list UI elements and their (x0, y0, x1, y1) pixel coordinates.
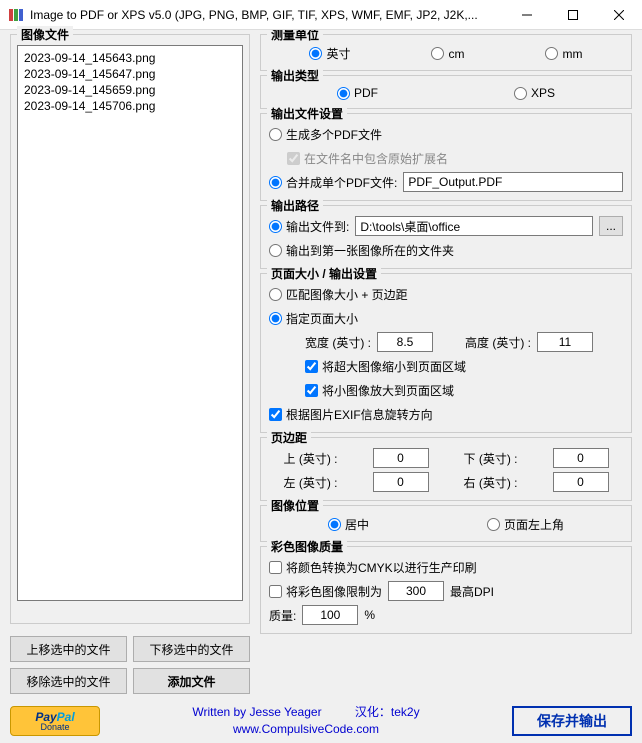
margin-left-input[interactable] (373, 472, 429, 492)
move-down-button[interactable]: 下移选中的文件 (133, 636, 250, 662)
translator-label: 汉化：tek2y (355, 705, 420, 719)
quality-label: 质量: (269, 607, 296, 624)
file-list-legend: 图像文件 (17, 26, 73, 43)
quality-legend: 彩色图像质量 (267, 538, 347, 555)
list-item[interactable]: 2023-09-14_145659.png (22, 82, 238, 98)
dpi-input[interactable] (388, 581, 444, 601)
unit-cm-radio[interactable]: cm (431, 47, 464, 61)
type-xps-radio[interactable]: XPS (514, 86, 555, 100)
margin-bottom-input[interactable] (553, 448, 609, 468)
enlarge-check[interactable]: 将小图像放大到页面区域 (305, 382, 454, 399)
limit-dpi-check[interactable]: 将彩色图像限制为 (269, 583, 382, 600)
app-icon (8, 7, 24, 23)
position-legend: 图像位置 (267, 497, 323, 514)
output-path-section: 输出路径 输出文件到: ... 输出到第一张图像所在的文件夹 (260, 205, 632, 269)
position-section: 图像位置 居中 页面左上角 (260, 505, 632, 542)
multi-pdf-radio[interactable]: 生成多个PDF文件 (269, 126, 382, 143)
quality-input[interactable] (302, 605, 358, 625)
width-label: 宽度 (英寸) : (305, 334, 371, 351)
output-path-legend: 输出路径 (267, 197, 323, 214)
page-size-legend: 页面大小 / 输出设置 (267, 265, 381, 282)
pos-topleft-radio[interactable]: 页面左上角 (487, 516, 564, 533)
move-up-button[interactable]: 上移选中的文件 (10, 636, 127, 662)
unit-inch-radio[interactable]: 英寸 (309, 45, 350, 62)
include-ext-check: 在文件名中包含原始扩展名 (287, 150, 448, 167)
match-image-radio[interactable]: 匹配图像大小 + 页边距 (269, 286, 408, 303)
exif-check[interactable]: 根据图片EXIF信息旋转方向 (269, 406, 433, 423)
add-button[interactable]: 添加文件 (133, 668, 250, 694)
pos-center-radio[interactable]: 居中 (328, 516, 369, 533)
margin-bottom-label: 下 (英寸) : (464, 450, 518, 467)
percent-label: % (364, 608, 375, 622)
file-list[interactable]: 2023-09-14_145643.png 2023-09-14_145647.… (17, 45, 243, 601)
type-pdf-radio[interactable]: PDF (337, 86, 378, 100)
output-type-legend: 输出类型 (267, 67, 323, 84)
credits: Written by Jesse Yeager 汉化：tek2y www.Com… (110, 704, 502, 738)
margin-right-label: 右 (英寸) : (464, 474, 518, 491)
output-first-radio[interactable]: 输出到第一张图像所在的文件夹 (269, 242, 454, 259)
margin-top-input[interactable] (373, 448, 429, 468)
height-label: 高度 (英寸) : (465, 334, 531, 351)
paypal-donate-button[interactable]: PayPal Donate (10, 706, 100, 736)
author-label: Written by Jesse Yeager (192, 705, 321, 719)
window-title: Image to PDF or XPS v5.0 (JPG, PNG, BMP,… (30, 8, 504, 22)
browse-button[interactable]: ... (599, 216, 623, 236)
merge-filename-input[interactable] (403, 172, 623, 192)
margin-section: 页边距 上 (英寸) : 下 (英寸) : 左 (英寸) : 右 (英寸) : (260, 437, 632, 501)
output-file-section: 输出文件设置 生成多个PDF文件 在文件名中包含原始扩展名 合并成单个PDF文件… (260, 113, 632, 201)
unit-mm-radio[interactable]: mm (545, 47, 582, 61)
margin-legend: 页边距 (267, 429, 311, 446)
save-export-button[interactable]: 保存并输出 (512, 706, 632, 736)
margin-top-label: 上 (英寸) : (284, 450, 338, 467)
minimize-button[interactable] (504, 0, 550, 30)
output-path-input[interactable] (355, 216, 593, 236)
shrink-check[interactable]: 将超大图像缩小到页面区域 (305, 358, 466, 375)
titlebar: Image to PDF or XPS v5.0 (JPG, PNG, BMP,… (0, 0, 642, 30)
quality-section: 彩色图像质量 将颜色转换为CMYK以进行生产印刷 将彩色图像限制为 最高DPI … (260, 546, 632, 634)
merge-pdf-radio[interactable]: 合并成单个PDF文件: (269, 174, 397, 191)
dpi-label: 最高DPI (450, 583, 494, 600)
maximize-button[interactable] (550, 0, 596, 30)
output-type-section: 输出类型 PDF XPS (260, 75, 632, 109)
specify-size-radio[interactable]: 指定页面大小 (269, 310, 358, 327)
output-to-radio[interactable]: 输出文件到: (269, 218, 349, 235)
remove-button[interactable]: 移除选中的文件 (10, 668, 127, 694)
list-item[interactable]: 2023-09-14_145647.png (22, 66, 238, 82)
unit-legend: 测量单位 (267, 30, 323, 43)
cmyk-check[interactable]: 将颜色转换为CMYK以进行生产印刷 (269, 559, 477, 576)
width-input[interactable] (377, 332, 433, 352)
output-file-legend: 输出文件设置 (267, 105, 347, 122)
margin-left-label: 左 (英寸) : (284, 474, 338, 491)
height-input[interactable] (537, 332, 593, 352)
list-item[interactable]: 2023-09-14_145706.png (22, 98, 238, 114)
close-button[interactable] (596, 0, 642, 30)
list-item[interactable]: 2023-09-14_145643.png (22, 50, 238, 66)
page-size-section: 页面大小 / 输出设置 匹配图像大小 + 页边距 指定页面大小 宽度 (英寸) … (260, 273, 632, 433)
website-link[interactable]: www.CompulsiveCode.com (233, 722, 379, 736)
file-list-group: 图像文件 2023-09-14_145643.png 2023-09-14_14… (10, 34, 250, 624)
margin-right-input[interactable] (553, 472, 609, 492)
footer: PayPal Donate Written by Jesse Yeager 汉化… (0, 698, 642, 743)
unit-section: 测量单位 英寸 cm mm (260, 34, 632, 71)
